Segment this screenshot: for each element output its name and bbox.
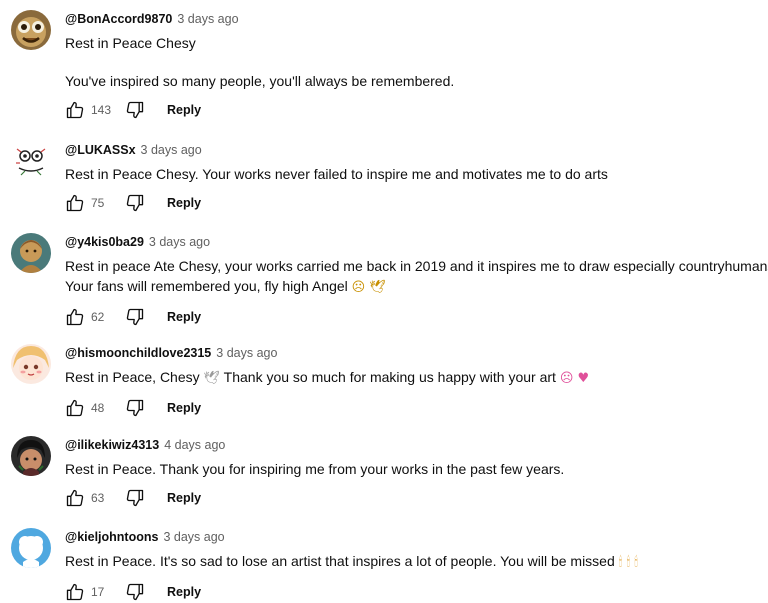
reply-button[interactable]: Reply <box>167 103 201 117</box>
comment-timestamp[interactable]: 3 days ago <box>177 12 238 26</box>
avatar-character-image <box>11 436 51 476</box>
comment-line: Rest in Peace Chesy <box>65 35 196 51</box>
reply-button[interactable]: Reply <box>167 491 201 505</box>
comment-text: Rest in Peace Chesy. Your works never fa… <box>65 164 768 184</box>
reply-button[interactable]: Reply <box>167 401 201 415</box>
comment-line: Rest in Peace. Thank you for inspiring m… <box>65 461 565 477</box>
thumb-up-icon[interactable] <box>65 488 85 508</box>
candle-emoji: 🕯 🕯 🕯 <box>618 555 638 570</box>
avatar[interactable] <box>11 436 51 476</box>
like-count: 143 <box>91 103 112 117</box>
sad-face-and-heart-emoji: ☹ ♥ <box>559 371 590 386</box>
comment-actions: 75 Reply <box>65 192 768 214</box>
comment-timestamp[interactable]: 3 days ago <box>216 346 277 360</box>
comment-text: Rest in Peace Chesy You've inspired so m… <box>65 33 768 91</box>
reply-button[interactable]: Reply <box>167 310 201 324</box>
comment-text: Rest in Peace, Chesy 🕊 Thank you so much… <box>65 367 768 389</box>
like-count: 48 <box>91 401 105 415</box>
comment-timestamp[interactable]: 3 days ago <box>149 235 210 249</box>
thumb-up-icon[interactable] <box>65 307 85 327</box>
thumb-down-icon[interactable] <box>125 582 145 602</box>
avatar[interactable] <box>11 141 51 181</box>
avatar-anime-image <box>11 344 51 384</box>
like-count: 62 <box>91 310 105 324</box>
avatar[interactable] <box>11 10 51 50</box>
thumb-down-icon[interactable] <box>125 193 145 213</box>
comment-line-text: Rest in Peace. It's so sad to lose an ar… <box>65 553 615 569</box>
comment-author[interactable]: @LUKASSx <box>65 143 136 157</box>
comment-actions: 143 Reply <box>65 99 768 121</box>
thumb-up-icon[interactable] <box>65 193 85 213</box>
comment-line-text: Rest in Peace, Chesy <box>65 369 200 385</box>
comment-author[interactable]: @y4kis0ba29 <box>65 235 144 249</box>
avatar[interactable] <box>11 344 51 384</box>
like-count: 75 <box>91 196 105 210</box>
comment-text: Rest in Peace. Thank you for inspiring m… <box>65 459 768 479</box>
like-count: 63 <box>91 491 105 505</box>
comment-author[interactable]: @ilikekiwiz4313 <box>65 438 159 452</box>
avatar-portrait-image <box>11 233 51 273</box>
comment-timestamp[interactable]: 3 days ago <box>163 530 224 544</box>
thumb-up-icon[interactable] <box>65 582 85 602</box>
comment-line: Rest in Peace, Chesy 🕊 Thank you so much… <box>65 367 768 389</box>
thumb-up-icon[interactable] <box>65 398 85 418</box>
comment-line: You've inspired so many people, you'll a… <box>65 73 455 89</box>
comment-author[interactable]: @kieljohntoons <box>65 530 158 544</box>
comment-text: Rest in peace Ate Chesy, your works carr… <box>65 256 768 298</box>
thumb-down-icon[interactable] <box>125 307 145 327</box>
comment-actions: 48 Reply <box>65 397 768 419</box>
comment-author[interactable]: @hismoonchildlove2315 <box>65 346 211 360</box>
sad-face-and-dove-emoji: ☹ 🕊 <box>351 280 386 295</box>
reply-button[interactable]: Reply <box>167 585 201 599</box>
thumb-up-icon[interactable] <box>65 100 85 120</box>
avatar-owl-image <box>11 10 51 50</box>
dove-emoji: 🕊 <box>203 371 221 386</box>
avatar[interactable] <box>11 233 51 273</box>
comment-timestamp[interactable]: 3 days ago <box>141 143 202 157</box>
comment-actions: 62 Reply <box>65 306 768 328</box>
like-count: 17 <box>91 585 105 599</box>
comment-actions: 63 Reply <box>65 487 768 509</box>
thumb-down-icon[interactable] <box>125 398 145 418</box>
thumb-down-icon[interactable] <box>125 100 145 120</box>
comment-line-text: Your fans will remembered you, fly high … <box>65 278 348 294</box>
avatar-doodle-image <box>11 141 51 181</box>
comment-author[interactable]: @BonAccord9870 <box>65 12 172 26</box>
comment-line: Your fans will remembered you, fly high … <box>65 276 768 298</box>
comment-line: Rest in Peace. It's so sad to lose an ar… <box>65 551 768 573</box>
avatar[interactable] <box>11 528 51 568</box>
thumb-down-icon[interactable] <box>125 488 145 508</box>
comment-timestamp[interactable]: 4 days ago <box>164 438 225 452</box>
avatar-cartoon-image <box>11 528 51 568</box>
comment-line-text: Thank you so much for making us happy wi… <box>223 369 556 385</box>
comment-actions: 17 Reply <box>65 581 768 603</box>
comment-text: Rest in Peace. It's so sad to lose an ar… <box>65 551 768 573</box>
comment-line: Rest in Peace Chesy. Your works never fa… <box>65 166 608 182</box>
reply-button[interactable]: Reply <box>167 196 201 210</box>
comment-line: Rest in peace Ate Chesy, your works carr… <box>65 258 768 274</box>
